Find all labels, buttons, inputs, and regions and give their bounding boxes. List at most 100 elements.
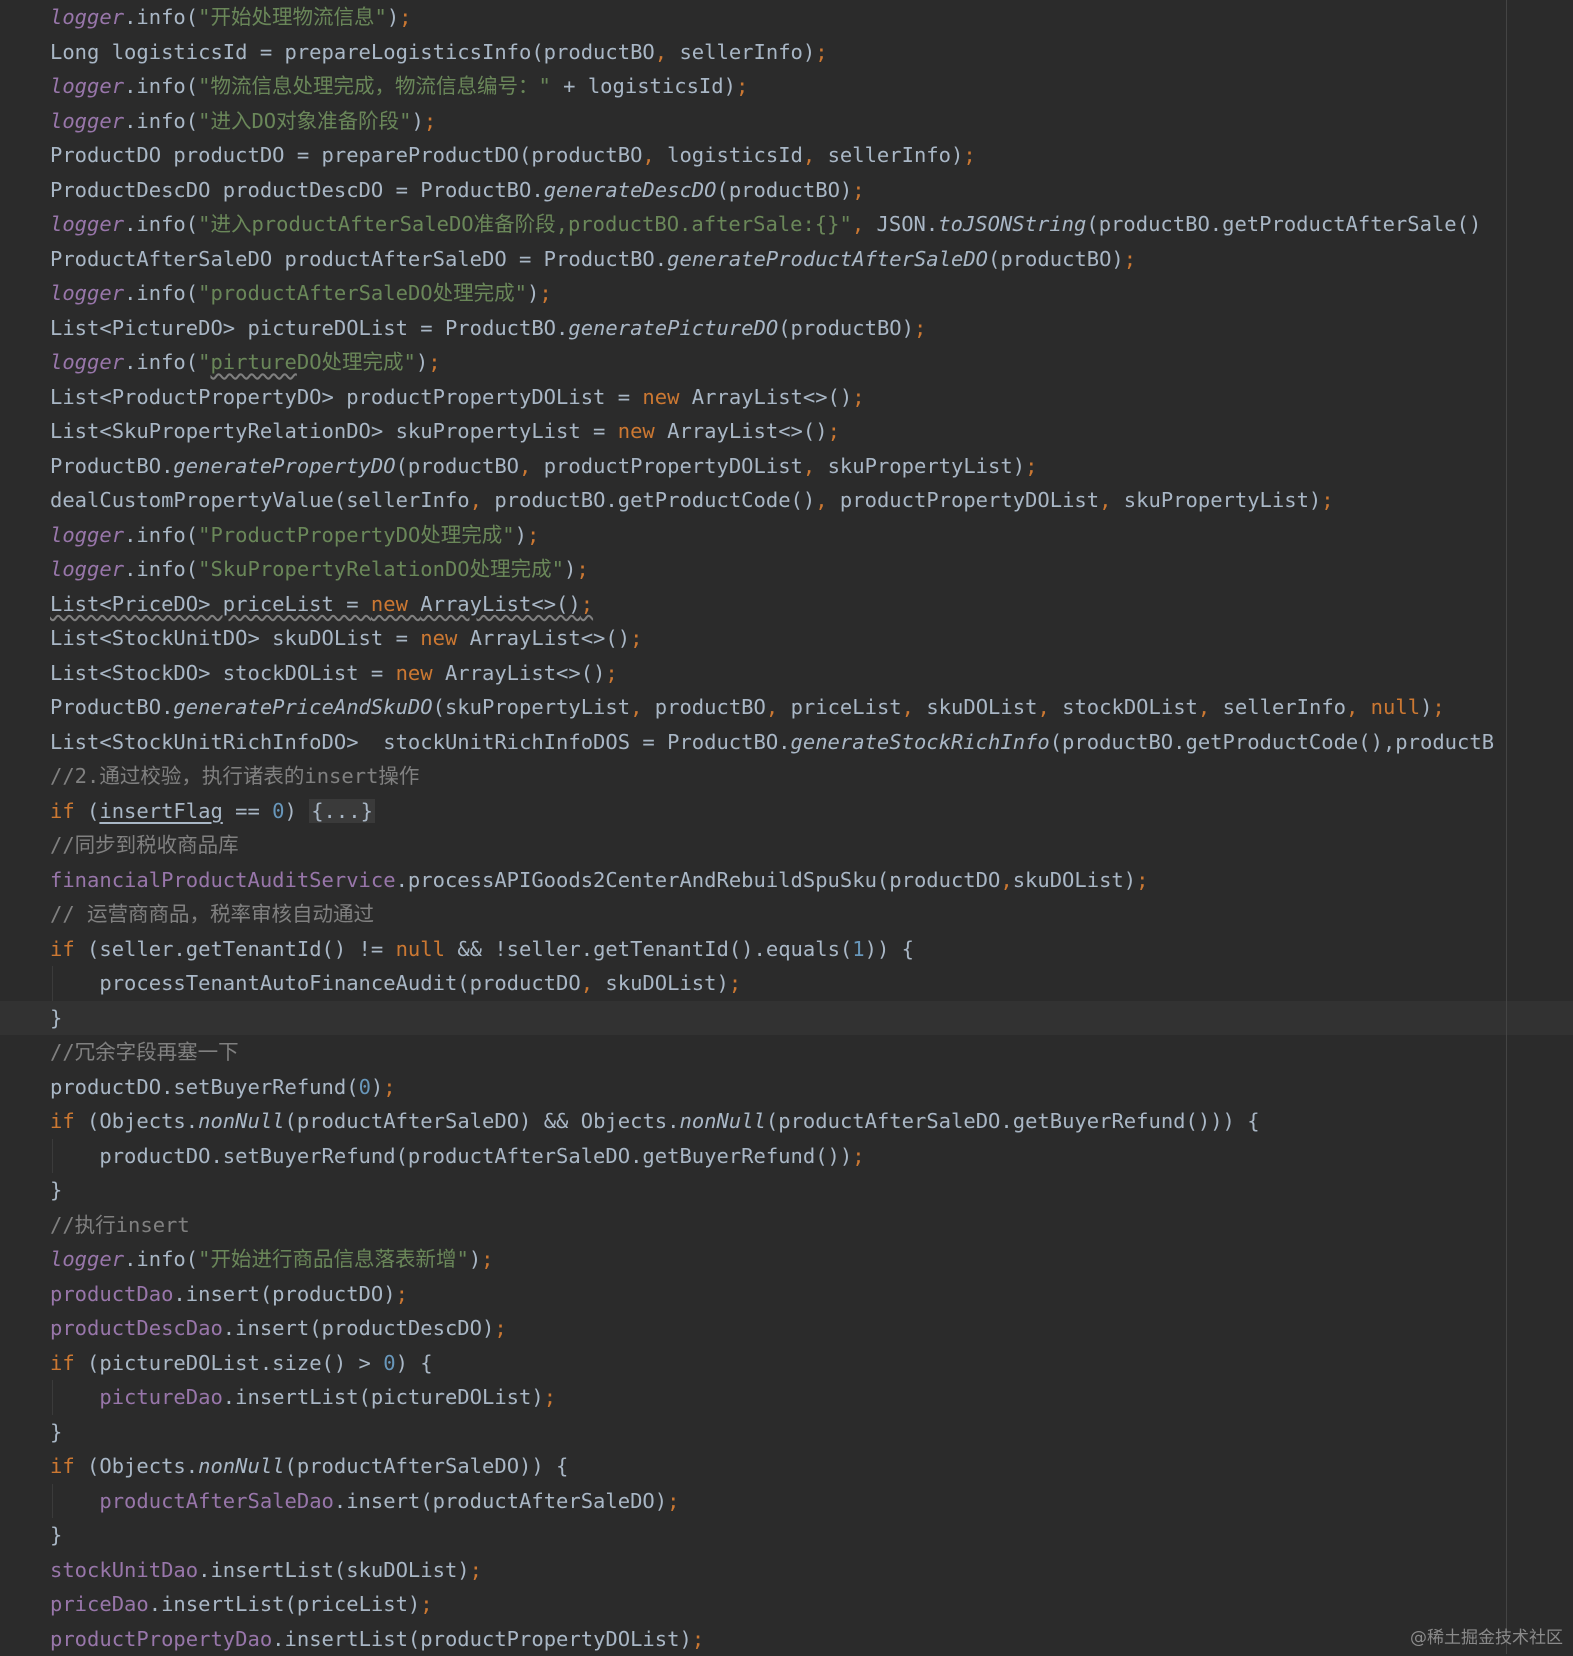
- folded-code-block[interactable]: {...}: [309, 799, 375, 823]
- code-token: productDao: [50, 1282, 173, 1306]
- code-token: ,: [470, 488, 495, 512]
- code-line[interactable]: ProductBO.generatePriceAndSkuDO(skuPrope…: [0, 690, 1573, 725]
- code-line[interactable]: }: [0, 1518, 1573, 1553]
- code-token: ==: [223, 799, 272, 823]
- code-line[interactable]: if (pictureDOList.size() > 0) {: [0, 1346, 1573, 1381]
- code-line[interactable]: productDao.insert(productDO);: [0, 1277, 1573, 1312]
- code-line[interactable]: productAfterSaleDao.insert(productAfterS…: [0, 1484, 1573, 1519]
- code-line[interactable]: productDescDao.insert(productDescDO);: [0, 1311, 1573, 1346]
- code-line[interactable]: logger.info("开始处理物流信息");: [0, 0, 1573, 35]
- code-token: .info(: [124, 523, 198, 547]
- code-line[interactable]: ProductDO productDO = prepareProductDO(p…: [0, 138, 1573, 173]
- code-line[interactable]: productPropertyDao.insertList(productPro…: [0, 1622, 1573, 1656]
- code-line[interactable]: // 运营商商品，税率审核自动通过: [0, 897, 1573, 932]
- code-line[interactable]: ProductDescDO productDescDO = ProductBO.…: [0, 173, 1573, 208]
- code-line[interactable]: processTenantAutoFinanceAudit(productDO,…: [0, 966, 1573, 1001]
- code-line[interactable]: List<ProductPropertyDO> productPropertyD…: [0, 380, 1573, 415]
- code-token: ;: [1124, 247, 1136, 271]
- code-token: ,: [1198, 695, 1223, 719]
- code-text: if (insertFlag == 0) {...}: [50, 794, 375, 829]
- code-token: 0: [272, 799, 284, 823]
- code-token: logisticsId: [667, 143, 803, 167]
- code-line[interactable]: logger.info("SkuPropertyRelationDO处理完成")…: [0, 552, 1573, 587]
- code-token: ): [416, 350, 428, 374]
- code-line[interactable]: //2.通过校验，执行诸表的insert操作: [0, 759, 1573, 794]
- code-text: }: [50, 1173, 62, 1208]
- code-line[interactable]: if (seller.getTenantId() != null && !sel…: [0, 932, 1573, 967]
- code-token: ;: [852, 1144, 864, 1168]
- code-line[interactable]: logger.info("ProductPropertyDO处理完成");: [0, 518, 1573, 553]
- code-text: Long logisticsId = prepareLogisticsInfo(…: [50, 35, 828, 70]
- code-line[interactable]: logger.info("开始进行商品信息落表新增");: [0, 1242, 1573, 1277]
- code-token: //冗余字段再塞一下: [50, 1040, 239, 1064]
- code-line[interactable]: if (Objects.nonNull(productAfterSaleDO) …: [0, 1104, 1573, 1139]
- code-line[interactable]: List<SkuPropertyRelationDO> skuPropertyL…: [0, 414, 1573, 449]
- code-token: logger: [50, 1247, 124, 1271]
- code-token: ;: [544, 1385, 556, 1409]
- code-token: toJSONString: [938, 212, 1086, 236]
- code-line[interactable]: if (insertFlag == 0) {...}: [0, 794, 1573, 829]
- code-line[interactable]: }: [0, 1173, 1573, 1208]
- code-text: productDO.setBuyerRefund(0);: [50, 1070, 396, 1105]
- code-token: ): [527, 281, 539, 305]
- code-token: .insert(productDescDO): [223, 1316, 495, 1340]
- code-token: [50, 1385, 99, 1409]
- code-line[interactable]: ProductAfterSaleDO productAfterSaleDO = …: [0, 242, 1573, 277]
- code-token: ): [387, 5, 399, 29]
- code-line[interactable]: List<PriceDO> priceList = new ArrayList<…: [0, 587, 1573, 622]
- code-text: financialProductAuditService.processAPIG…: [50, 863, 1148, 898]
- code-line[interactable]: dealCustomPropertyValue(sellerInfo, prod…: [0, 483, 1573, 518]
- watermark: @稀土掘金技术社区: [1410, 1623, 1563, 1648]
- code-line[interactable]: List<StockDO> stockDOList = new ArrayLis…: [0, 656, 1573, 691]
- code-line[interactable]: logger.info("productAfterSaleDO处理完成");: [0, 276, 1573, 311]
- code-line[interactable]: logger.info("物流信息处理完成，物流信息编号：" + logisti…: [0, 69, 1573, 104]
- current-code-line[interactable]: }: [0, 1001, 1573, 1036]
- code-line[interactable]: productDO.setBuyerRefund(0);: [0, 1070, 1573, 1105]
- code-line[interactable]: pictureDao.insertList(pictureDOList);: [0, 1380, 1573, 1415]
- code-line[interactable]: financialProductAuditService.processAPIG…: [0, 863, 1573, 898]
- code-token: .info(: [124, 74, 198, 98]
- code-text: ProductBO.generatePriceAndSkuDO(skuPrope…: [50, 690, 1445, 725]
- code-text: ProductDO productDO = prepareProductDO(p…: [50, 138, 976, 173]
- code-token: "productAfterSaleDO处理完成": [198, 281, 527, 305]
- code-token: //2.通过校验，执行诸表的insert操作: [50, 764, 419, 788]
- code-token: // 运营商商品，税率审核自动通过: [50, 902, 374, 926]
- code-token: List<PictureDO> pictureDOList = ProductB…: [50, 316, 568, 340]
- code-token: generatePriceAndSkuDO: [173, 695, 432, 719]
- code-token: nonNull: [198, 1454, 284, 1478]
- code-line[interactable]: stockUnitDao.insertList(skuDOList);: [0, 1553, 1573, 1588]
- code-token: .insertList(skuDOList): [198, 1558, 470, 1582]
- code-token: (productBO.getProductCode(),productB: [1050, 730, 1494, 754]
- code-line[interactable]: List<StockUnitRichInfoDO> stockUnitRichI…: [0, 725, 1573, 760]
- code-token: (: [87, 799, 99, 823]
- code-line[interactable]: //执行insert: [0, 1208, 1573, 1243]
- code-line[interactable]: productDO.setBuyerRefund(productAfterSal…: [0, 1139, 1573, 1174]
- code-line[interactable]: //冗余字段再塞一下: [0, 1035, 1573, 1070]
- code-token: productPropertyDOList: [544, 454, 803, 478]
- code-token: (pictureDOList.size() >: [87, 1351, 383, 1375]
- code-line[interactable]: if (Objects.nonNull(productAfterSaleDO))…: [0, 1449, 1573, 1484]
- code-line[interactable]: logger.info("进入productAfterSaleDO准备阶段,pr…: [0, 207, 1573, 242]
- code-token: "物流信息处理完成，物流信息编号：": [198, 74, 551, 98]
- code-line[interactable]: ProductBO.generatePropertyDO(productBO, …: [0, 449, 1573, 484]
- code-token: List<StockUnitRichInfoDO> stockUnitRichI…: [50, 730, 791, 754]
- code-line[interactable]: logger.info("pirtureDO处理完成");: [0, 345, 1573, 380]
- code-line[interactable]: List<PictureDO> pictureDOList = ProductB…: [0, 311, 1573, 346]
- code-line[interactable]: List<StockUnitDO> skuDOList = new ArrayL…: [0, 621, 1573, 656]
- code-line[interactable]: }: [0, 1415, 1573, 1450]
- code-line[interactable]: Long logisticsId = prepareLogisticsInfo(…: [0, 35, 1573, 70]
- code-line[interactable]: //同步到税收商品库: [0, 828, 1573, 863]
- code-line[interactable]: priceDao.insertList(priceList);: [0, 1587, 1573, 1622]
- code-text: //执行insert: [50, 1208, 190, 1243]
- code-token: List<ProductPropertyDO> productPropertyD…: [50, 385, 642, 409]
- code-text: logger.info("开始进行商品信息落表新增");: [50, 1242, 494, 1277]
- code-token: ;: [828, 419, 840, 443]
- code-token: ;: [630, 626, 642, 650]
- code-text: List<StockUnitDO> skuDOList = new ArrayL…: [50, 621, 642, 656]
- code-token: .insert(productAfterSaleDO): [334, 1489, 667, 1513]
- code-token: generateProductAfterSaleDO: [667, 247, 988, 271]
- code-token: ,: [581, 971, 606, 995]
- code-line[interactable]: logger.info("进入DO对象准备阶段");: [0, 104, 1573, 139]
- code-editor[interactable]: logger.info("开始处理物流信息");Long logisticsId…: [0, 0, 1573, 1654]
- code-token: List<SkuPropertyRelationDO> skuPropertyL…: [50, 419, 618, 443]
